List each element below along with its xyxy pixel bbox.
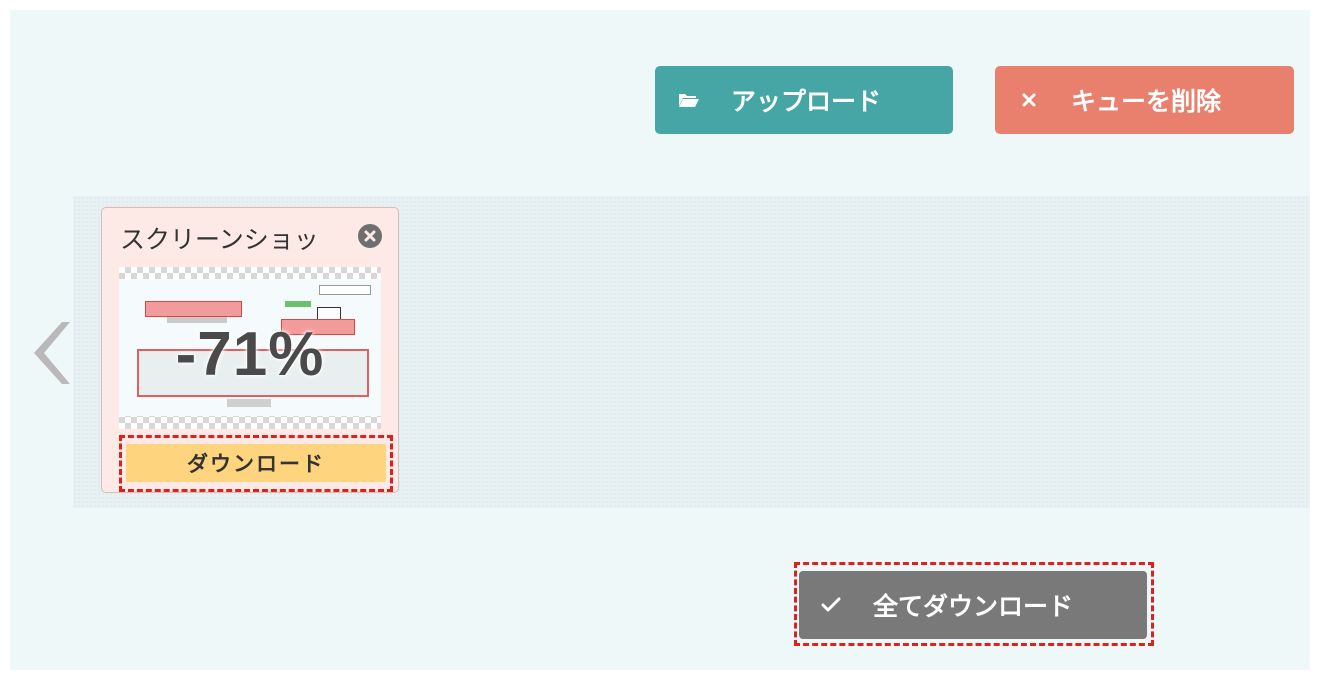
upload-button-label: アップロード [731, 87, 882, 116]
clear-queue-button-label: キューを削除 [1071, 87, 1222, 116]
queue-item-filename: スクリーンショッ [120, 225, 319, 254]
compression-percent: -71% [175, 320, 325, 389]
queue-item-remove-button[interactable] [358, 224, 382, 248]
carousel-prev-button[interactable] [22, 318, 70, 388]
queue-item-download-button[interactable]: ダウンロード [126, 444, 386, 482]
folder-open-icon [677, 88, 701, 112]
download-all-button[interactable]: 全てダウンロード [799, 571, 1147, 639]
close-icon [1017, 88, 1041, 112]
check-icon [819, 593, 843, 617]
chevron-left-icon [34, 322, 70, 384]
remove-circle-icon [364, 230, 376, 242]
queue-item-card: スクリーンショッ -71% ダウンロード [101, 207, 399, 493]
queue-item-thumbnail: -71% [119, 267, 381, 429]
clear-queue-button[interactable]: キューを削除 [995, 66, 1294, 134]
download-all-button-label: 全てダウンロード [873, 592, 1074, 621]
upload-button[interactable]: アップロード [655, 66, 953, 134]
